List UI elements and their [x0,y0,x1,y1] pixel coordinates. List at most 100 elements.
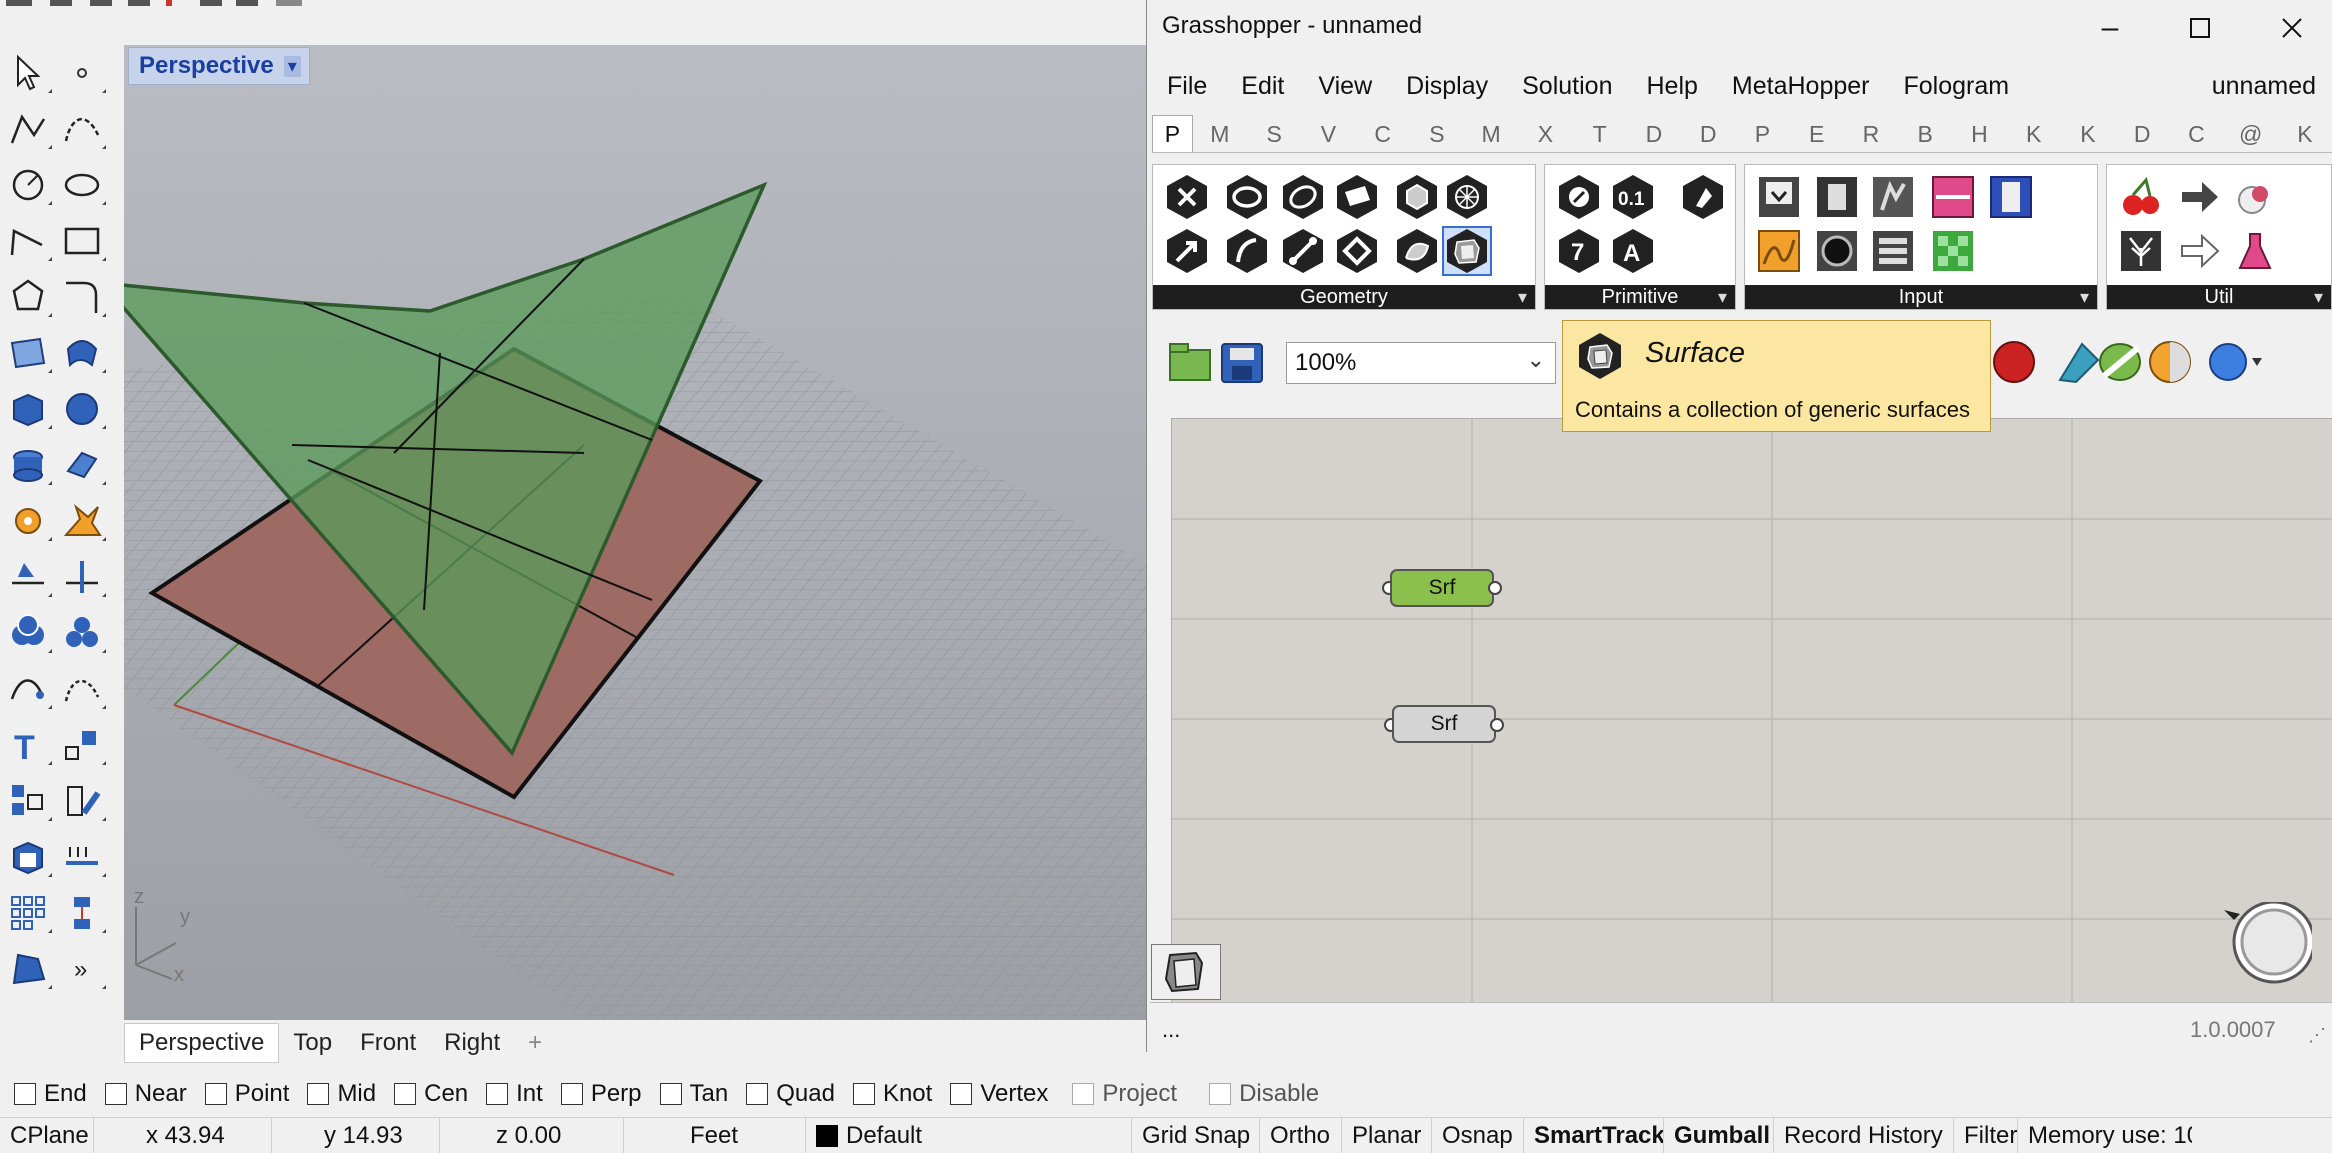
status-smarttrack[interactable]: SmartTrack [1524,1118,1664,1153]
component-tab-0[interactable]: P [1152,115,1193,152]
close-icon[interactable] [2272,8,2312,48]
split-icon[interactable] [58,553,106,601]
osnap-vertex[interactable]: Vertex [950,1080,1048,1108]
component-tab-13[interactable]: R [1844,116,1898,152]
explode-icon[interactable] [58,497,106,545]
trim-icon[interactable] [4,553,52,601]
block-icon[interactable] [4,833,52,881]
box-icon[interactable] [4,385,52,433]
input-slider-icon[interactable] [1868,172,1918,222]
curve-icon[interactable] [58,105,106,153]
add-viewport-tab-icon[interactable]: + [514,1024,556,1062]
scale-icon[interactable] [58,721,106,769]
util-arrow-outline-icon[interactable] [2174,226,2224,276]
status-osnap[interactable]: Osnap [1432,1118,1524,1153]
resize-grip-icon[interactable]: ⋰ [2308,1025,2326,1046]
param-surface-icon[interactable] [1442,226,1492,276]
canvas-component-preview[interactable] [1151,944,1221,1000]
status-filter[interactable]: Filter [1954,1118,2018,1153]
param-text-icon[interactable]: A [1608,226,1658,276]
input-bitmap-icon[interactable] [1928,226,1978,276]
status-ortho[interactable]: Ortho [1260,1118,1342,1153]
panel-input-label[interactable]: Input ▾ [1745,285,2097,309]
viewport-title[interactable]: Perspective ▾ [128,47,310,85]
component-tab-6[interactable]: M [1464,116,1518,152]
viewport-tab-top[interactable]: Top [279,1024,346,1062]
panel-primitive-label[interactable]: Primitive ▾ [1545,285,1735,309]
param-point-icon[interactable] [1162,226,1212,276]
component-tab-16[interactable]: K [2007,116,2061,152]
osnap-perp[interactable]: Perp [560,1080,642,1108]
preview-shaded-icon[interactable] [2058,342,2100,384]
input-digit-scroller-icon[interactable] [1986,172,2036,222]
param-output-grip[interactable] [1488,581,1502,595]
param-box-icon[interactable] [1392,172,1442,222]
dimension-icon[interactable] [58,833,106,881]
component-tab-2[interactable]: S [1247,116,1301,152]
param-integer-icon[interactable]: 7 [1554,226,1604,276]
surface-from-points-icon[interactable] [4,329,52,377]
checkbox[interactable] [560,1083,583,1105]
component-tab-11[interactable]: P [1735,116,1789,152]
checkbox[interactable] [852,1083,875,1105]
param-arc-icon[interactable] [1222,226,1272,276]
component-tab-20[interactable]: @ [2224,116,2278,152]
panel-expand-icon[interactable]: ▾ [1518,285,1527,309]
preview-wire-icon[interactable] [2099,343,2141,381]
checkbox[interactable] [1072,1083,1095,1105]
checkbox[interactable] [14,1083,36,1105]
param-plane-icon[interactable] [1332,172,1382,222]
input-panel-icon[interactable] [1754,172,1804,222]
fillet-icon[interactable] [58,273,106,321]
status-planar[interactable]: Planar [1342,1118,1432,1153]
input-value-list-icon[interactable] [1868,226,1918,276]
component-tab-19[interactable]: C [2169,116,2223,152]
group-icon[interactable] [4,777,52,825]
preview-solid-icon[interactable] [1993,341,2035,383]
arc-icon[interactable] [4,217,52,265]
status-layer[interactable]: Default [806,1118,1132,1153]
status-cplane[interactable]: CPlane [0,1118,94,1153]
status-grid-snap[interactable]: Grid Snap [1132,1118,1260,1153]
component-tab-4[interactable]: C [1356,116,1410,152]
util-pills-icon[interactable] [2230,172,2280,222]
curvature-icon[interactable] [4,945,52,993]
maximize-icon[interactable] [2180,8,2220,48]
panel-geometry-label[interactable]: Geometry ▾ [1153,285,1535,309]
material-icon[interactable] [2149,341,2191,383]
param-circle-icon[interactable] [1222,172,1272,222]
circle-icon[interactable] [4,161,52,209]
status-units[interactable]: Feet [624,1118,806,1153]
input-graph-mapper-icon[interactable] [1754,226,1804,276]
input-gradient-icon[interactable] [1928,172,1978,222]
viewport-tab-perspective[interactable]: Perspective [124,1023,280,1063]
param-rectangle-icon[interactable] [1332,226,1382,276]
checkbox[interactable] [104,1083,127,1105]
util-arrow-icon[interactable] [2174,172,2224,222]
checkbox[interactable] [746,1083,769,1105]
osnap-mid[interactable]: Mid [307,1080,376,1108]
param-line-icon[interactable] [1278,226,1328,276]
panel-expand-icon[interactable]: ▾ [2314,285,2323,309]
polygon-icon[interactable] [4,273,52,321]
panel-expand-icon[interactable]: ▾ [1718,285,1727,309]
extrude-surface-icon[interactable] [58,441,106,489]
loft-icon[interactable] [58,329,106,377]
param-brep-icon[interactable] [1392,226,1442,276]
menu-file[interactable]: File [1150,72,1224,101]
menu-edit[interactable]: Edit [1224,72,1301,101]
control-points-icon[interactable] [58,665,106,713]
component-tab-14[interactable]: B [1898,116,1952,152]
boolean-union-icon[interactable] [4,609,52,657]
osnap-tan[interactable]: Tan [659,1080,728,1108]
component-tab-18[interactable]: D [2115,116,2169,152]
component-tab-7[interactable]: X [1518,116,1572,152]
osnap-point[interactable]: Point [204,1080,289,1108]
component-tab-10[interactable]: D [1681,116,1735,152]
util-cherry-picker-icon[interactable] [2116,172,2166,222]
ellipse-icon[interactable] [58,161,106,209]
component-tab-3[interactable]: V [1301,116,1355,152]
param-boolean-icon[interactable] [1554,172,1604,222]
component-tab-21[interactable]: K [2278,116,2332,152]
checkbox[interactable] [950,1083,973,1105]
